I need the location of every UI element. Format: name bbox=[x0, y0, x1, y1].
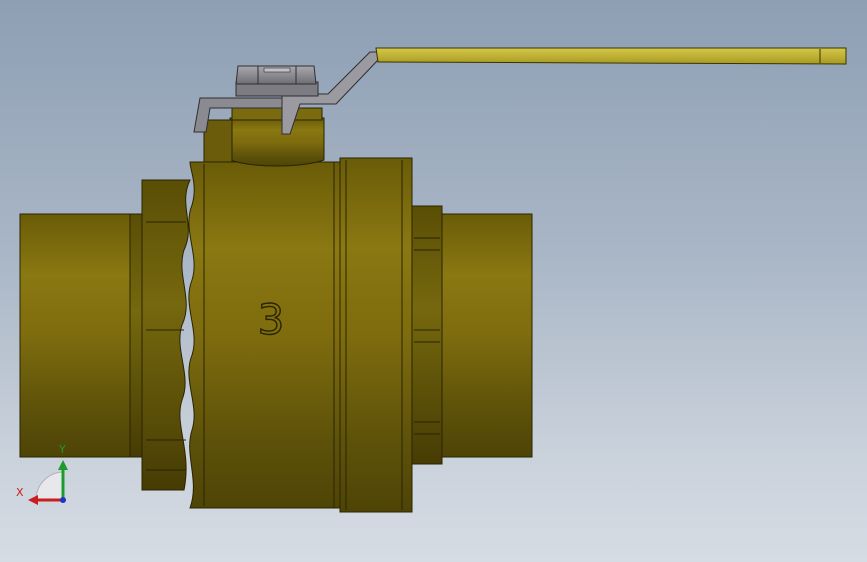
ball-valve-model[interactable]: 3 bbox=[0, 0, 867, 562]
cad-viewport[interactable]: 3 Y X bbox=[0, 0, 867, 562]
stem-neck bbox=[229, 117, 325, 167]
right-union-nut bbox=[411, 205, 443, 465]
triad-plane-indicator bbox=[35, 471, 63, 501]
right-cap bbox=[339, 157, 413, 513]
view-triad bbox=[28, 460, 68, 505]
handle-grip bbox=[375, 47, 847, 65]
triad-y-label: Y bbox=[59, 443, 66, 456]
triad-x-arrowhead bbox=[28, 495, 38, 505]
packing-ring bbox=[231, 107, 323, 121]
right-pipe-end bbox=[441, 213, 533, 458]
triad-x-label: X bbox=[16, 486, 24, 499]
stop-block bbox=[203, 119, 233, 163]
part-number-marking: 3 bbox=[258, 295, 285, 344]
triad-z-axis bbox=[60, 497, 66, 503]
left-union-nut bbox=[141, 179, 191, 491]
triad-y-arrowhead bbox=[58, 460, 68, 470]
left-pipe-end bbox=[19, 213, 135, 458]
